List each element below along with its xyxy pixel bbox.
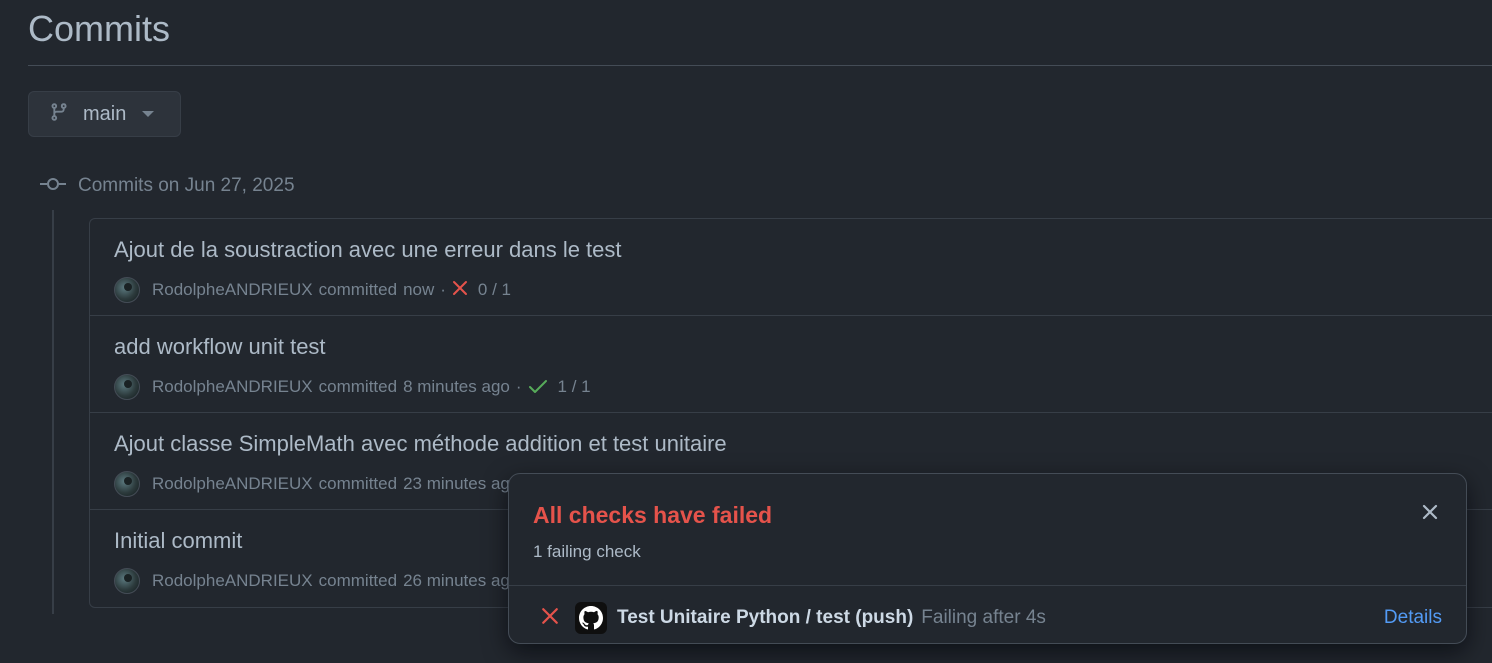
commit-time: 23 minutes ago <box>403 474 520 493</box>
branch-selector-button[interactable]: main <box>28 91 181 137</box>
commit-meta: RodolpheANDRIEUX committed 23 minutes ag… <box>114 471 519 497</box>
branch-label: main <box>83 102 127 125</box>
commit-group-header: Commits on Jun 27, 2025 <box>40 172 295 200</box>
commit-row: add workflow unit test RodolpheANDRIEUX … <box>90 316 1492 413</box>
check-run-name: Test Unitaire Python / test (push) <box>617 607 914 628</box>
page-title: Commits <box>28 8 170 49</box>
commit-message-link[interactable]: add workflow unit test <box>114 334 326 360</box>
git-branch-icon <box>49 101 69 128</box>
commit-action: committed <box>318 280 398 299</box>
popover-title: All checks have failed <box>533 502 773 528</box>
commit-time: 26 minutes ago <box>403 571 520 590</box>
title-divider <box>28 65 1492 66</box>
separator: · <box>515 377 522 396</box>
commit-meta: RodolpheANDRIEUX committed 26 minutes ag… <box>114 568 519 594</box>
commit-message-link[interactable]: Ajout classe SimpleMath avec méthode add… <box>114 431 727 457</box>
check-count-button[interactable]: 0 / 1 <box>478 280 511 300</box>
close-icon[interactable] <box>1420 502 1440 522</box>
checks-popover: All checks have failed 1 failing check T… <box>508 473 1467 644</box>
check-count-button[interactable]: 1 / 1 <box>558 377 591 397</box>
separator: · <box>440 280 446 299</box>
popover-divider <box>509 585 1466 586</box>
avatar[interactable] <box>114 471 140 497</box>
commit-time: 8 minutes ago <box>403 377 510 396</box>
git-commit-icon <box>40 177 66 196</box>
check-run-status: Failing after 4s <box>921 607 1046 628</box>
commit-action: committed <box>318 377 398 396</box>
commit-action: committed <box>318 474 398 493</box>
commit-meta: RodolpheANDRIEUX committed now · 0 / 1 <box>114 277 511 303</box>
timeline-line <box>52 210 54 614</box>
commit-message-link[interactable]: Ajout de la soustraction avec une erreur… <box>114 237 622 263</box>
check-run-row: Test Unitaire Python / test (push) Faili… <box>541 600 1442 636</box>
commit-time: now <box>403 280 435 299</box>
details-link[interactable]: Details <box>1384 607 1442 629</box>
commit-author-link[interactable]: RodolpheANDRIEUX <box>152 571 313 591</box>
commit-author-link[interactable]: RodolpheANDRIEUX <box>152 474 313 494</box>
x-icon[interactable] <box>452 280 468 300</box>
commit-meta: RodolpheANDRIEUX committed 8 minutes ago… <box>114 374 591 400</box>
x-icon <box>541 607 559 630</box>
check-icon[interactable] <box>528 379 548 395</box>
commit-group-date: Commits on Jun 27, 2025 <box>78 175 295 196</box>
github-logo-icon <box>575 602 607 634</box>
avatar[interactable] <box>114 374 140 400</box>
commit-row: Ajout de la soustraction avec une erreur… <box>90 219 1492 316</box>
popover-subtitle: 1 failing check <box>533 542 641 561</box>
commit-message-link[interactable]: Initial commit <box>114 528 242 554</box>
commit-author-link[interactable]: RodolpheANDRIEUX <box>152 377 313 397</box>
avatar[interactable] <box>114 277 140 303</box>
avatar[interactable] <box>114 568 140 594</box>
commit-action: committed <box>318 571 398 590</box>
commit-author-link[interactable]: RodolpheANDRIEUX <box>152 280 313 300</box>
caret-down-icon <box>142 111 155 117</box>
